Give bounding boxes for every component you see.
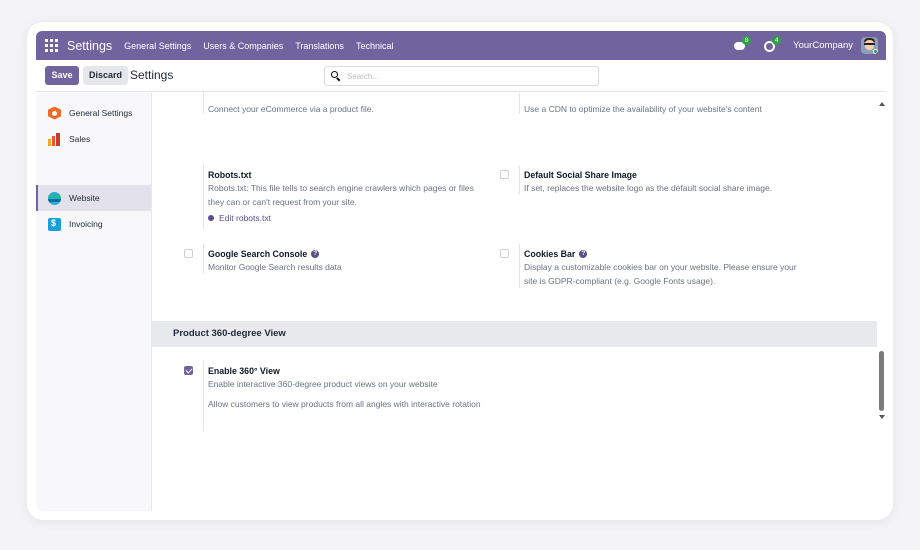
link-label: Edit robots.txt: [219, 213, 271, 223]
sidebar-item-label: Website: [69, 193, 100, 203]
sidebar-item-label: General Settings: [69, 108, 133, 118]
settings-content: Connect your eCommerce via a product fil…: [152, 93, 877, 511]
setting-title: Default Social Share Image: [524, 170, 637, 180]
messages-button[interactable]: 8: [733, 35, 752, 53]
help-icon[interactable]: ?: [311, 250, 320, 258]
search-icon: [331, 71, 341, 82]
menu-users-companies[interactable]: Users & Companies: [203, 41, 283, 51]
scroll-up-icon[interactable]: [879, 102, 885, 106]
setting-description: Display a customizable cookies bar on yo…: [524, 262, 797, 286]
setting-description: Robots.txt: This file tells to search en…: [208, 183, 474, 207]
setting-title: Cookies Bar ?: [524, 248, 804, 260]
help-icon[interactable]: ?: [579, 250, 588, 258]
setting-description: Monitor Google Search results data: [208, 262, 342, 272]
search-input[interactable]: [347, 69, 587, 83]
setting-description: Connect your eCommerce via a product fil…: [208, 104, 374, 114]
arrow-right-icon: [208, 215, 214, 221]
top-navbar: Settings General Settings Users & Compan…: [36, 31, 886, 60]
settings-sidebar: General Settings Sales Website Invoicing: [36, 93, 152, 511]
scroll-thumb[interactable]: [879, 351, 884, 411]
menu-general-settings[interactable]: General Settings: [124, 41, 191, 51]
setting-title: Enable 360° View: [208, 366, 280, 376]
activities-button[interactable]: 4: [763, 35, 782, 53]
save-button[interactable]: Save: [45, 66, 79, 85]
search-box[interactable]: [324, 66, 599, 86]
app-brand[interactable]: Settings: [67, 39, 112, 53]
scroll-down-icon[interactable]: [879, 415, 885, 419]
section-header: Product 360-degree View: [152, 321, 877, 347]
setting-description: If set, replaces the website logo as the…: [524, 183, 773, 193]
setting-title: Robots.txt: [208, 170, 252, 180]
sidebar-item-website[interactable]: Website: [36, 185, 151, 211]
user-avatar[interactable]: [861, 37, 878, 54]
setting-title-text: Cookies Bar: [524, 249, 576, 259]
setting-title: Google Search Console ?: [208, 248, 488, 260]
section-title: Product 360-degree View: [173, 328, 286, 339]
sidebar-item-sales[interactable]: Sales: [36, 126, 151, 152]
apps-grid-icon[interactable]: [45, 39, 58, 52]
setting-description: Enable interactive 360-degree product vi…: [208, 379, 438, 389]
activities-badge: 4: [772, 35, 782, 45]
general-settings-icon: [48, 106, 61, 120]
menu-technical[interactable]: Technical: [356, 41, 394, 51]
setting-note: Allow customers to view products from al…: [208, 399, 481, 409]
website-icon: [48, 191, 61, 205]
setting-title-text: Google Search Console: [208, 249, 308, 259]
messages-badge: 8: [742, 35, 752, 45]
navbar-systray: 8 4 YourCompany: [733, 31, 886, 60]
sidebar-item-label: Sales: [69, 134, 91, 144]
sales-icon: [48, 132, 61, 146]
page-title: Settings: [130, 68, 174, 82]
sidebar-item-invoicing[interactable]: Invoicing: [36, 211, 151, 237]
discard-button[interactable]: Discard: [83, 66, 128, 85]
app-window: Settings General Settings Users & Compan…: [36, 31, 886, 511]
sidebar-item-label: Invoicing: [69, 219, 103, 229]
company-switcher[interactable]: YourCompany: [793, 40, 853, 51]
invoicing-icon: [48, 217, 61, 231]
cookies-bar-checkbox[interactable]: [500, 249, 509, 258]
social-share-checkbox[interactable]: [500, 170, 509, 179]
content-scrollbar[interactable]: [877, 93, 886, 511]
sidebar-item-general-settings[interactable]: General Settings: [36, 100, 151, 126]
setting-description: Use a CDN to optimize the availability o…: [524, 104, 762, 114]
menu-translations[interactable]: Translations: [295, 41, 344, 51]
edit-robots-link[interactable]: Edit robots.txt: [208, 213, 488, 223]
control-panel: Save Discard Settings: [36, 60, 886, 92]
google-console-checkbox[interactable]: [184, 249, 193, 258]
enable-360-checkbox[interactable]: [184, 366, 193, 375]
